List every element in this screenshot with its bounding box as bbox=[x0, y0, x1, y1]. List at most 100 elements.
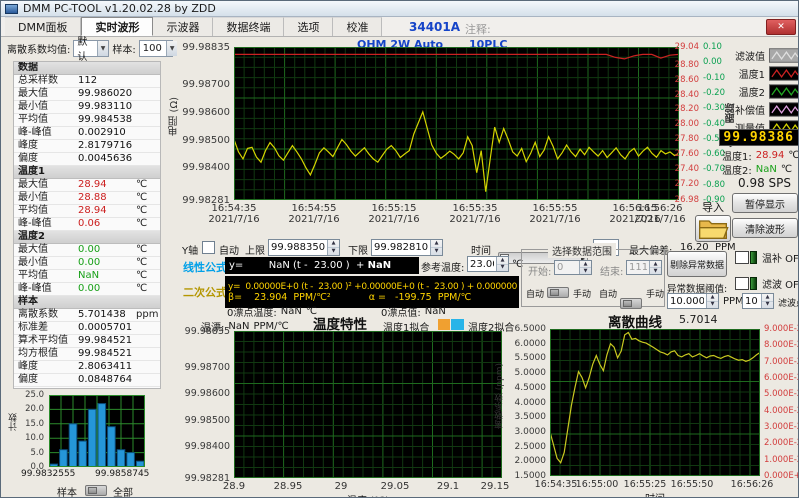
chevron-down-icon[interactable]: ▼ bbox=[165, 40, 178, 56]
filter-switch[interactable]: 滤波 OFF bbox=[735, 276, 798, 291]
switch-box-icon[interactable] bbox=[735, 277, 749, 290]
ref-temp-input[interactable] bbox=[468, 257, 496, 271]
range-end-spinner[interactable]: ▲ ▼ bbox=[649, 261, 661, 274]
lower-limit-label: 下限 bbox=[348, 246, 368, 257]
tab-1[interactable]: DMM面板 bbox=[5, 17, 82, 36]
histogram-mode-toggle[interactable] bbox=[85, 485, 107, 496]
range-start-input[interactable] bbox=[555, 261, 579, 274]
trace-swatch-icon[interactable] bbox=[769, 47, 799, 63]
upper-limit-spinner[interactable]: ▲ ▼ bbox=[327, 240, 339, 255]
sample-count-select[interactable]: 100 ▼ bbox=[138, 39, 178, 57]
range-start-spinner[interactable]: ▲ ▼ bbox=[579, 261, 591, 274]
axis-tick: 4.0000 bbox=[514, 398, 547, 408]
axis-tick: 28.40 bbox=[674, 90, 699, 100]
remove-outliers-button[interactable]: 剔除异常数据 bbox=[667, 251, 727, 277]
main-waveform-chart[interactable] bbox=[234, 47, 679, 200]
temp-characteristic-chart[interactable] bbox=[234, 331, 502, 478]
fit2-swatch-icon[interactable] bbox=[451, 319, 464, 330]
axis-tick: 10.0 bbox=[25, 433, 44, 443]
outlier-threshold-field[interactable]: ▲▼ bbox=[667, 293, 719, 309]
app-window: DMM PC-TOOL v1.20.02.28 by ZDD DMM面板 实时波形… bbox=[0, 0, 799, 498]
range-start-field[interactable]: ▲▼ bbox=[554, 260, 592, 275]
temp1-unit: ℃ bbox=[788, 150, 799, 161]
lower-limit-field[interactable]: ▲▼ bbox=[371, 239, 443, 256]
temp1-label: 温度1: bbox=[722, 152, 752, 163]
tab-3[interactable]: 示波器 bbox=[153, 17, 214, 36]
upper-limit-input[interactable] bbox=[269, 240, 327, 255]
linear-formula-display: y= NaN (t - 23.00 ) + NaN bbox=[225, 257, 419, 274]
legend-row[interactable]: 温度1 bbox=[735, 64, 799, 82]
filter-points-spinner[interactable]: ▲ ▼ bbox=[761, 294, 773, 308]
trace-swatch-icon[interactable] bbox=[769, 101, 799, 117]
switch-box-icon[interactable] bbox=[735, 251, 749, 264]
fit1-swatch-icon[interactable] bbox=[438, 319, 450, 330]
dispersion-curve-chart[interactable] bbox=[550, 329, 760, 476]
ref-temp-field[interactable]: ▲▼ bbox=[467, 256, 509, 272]
pause-display-button[interactable]: 暂停显示 bbox=[732, 193, 798, 213]
range-end-input[interactable] bbox=[627, 261, 649, 274]
range-end-auto-label: 自动 bbox=[599, 290, 618, 300]
main-chart-green-axis: 0.10 0.00 -0.10 -0.20 -0.30 -0.40 -0.50 -0.60 -0… bbox=[702, 42, 725, 205]
stat-row: 离散系数 5.701438 ppm bbox=[14, 309, 160, 322]
window-title: DMM PC-TOOL v1.20.02.28 by ZDD bbox=[23, 2, 216, 15]
close-button[interactable]: ✕ bbox=[766, 19, 796, 35]
outlier-threshold-input[interactable] bbox=[668, 294, 706, 308]
histogram-mode-left-label: 样本 bbox=[57, 488, 77, 498]
trace-swatch-icon[interactable] bbox=[769, 65, 799, 81]
ref-temp-spinner[interactable]: ▲ ▼ bbox=[496, 257, 508, 271]
range-end-label: 结束: bbox=[600, 267, 624, 278]
spin-up-icon[interactable]: ▲ bbox=[431, 240, 442, 248]
spin-up-icon[interactable]: ▲ bbox=[580, 261, 591, 268]
stat-label: 最大值 bbox=[18, 244, 48, 255]
spin-down-icon[interactable]: ▼ bbox=[762, 302, 773, 309]
trace-swatch-icon[interactable] bbox=[769, 83, 799, 99]
disp-chart-red-axis: 9.000E-2 8.000E-2 7.000E-2 6.000E-2 5.000E-2… bbox=[763, 324, 798, 481]
spin-down-icon[interactable]: ▼ bbox=[650, 268, 661, 274]
histogram-chart[interactable] bbox=[49, 395, 145, 467]
outlier-threshold-spinner[interactable]: ▲ ▼ bbox=[706, 294, 718, 308]
filter-points-input[interactable] bbox=[743, 294, 761, 308]
legend-row[interactable]: 补偿值 bbox=[735, 100, 799, 118]
spin-down-icon[interactable]: ▼ bbox=[707, 302, 718, 309]
yaxis-auto-label: 自动 bbox=[219, 246, 239, 257]
disp-mean-select[interactable]: 默认 ▼ bbox=[73, 37, 110, 63]
upper-limit-field[interactable]: ▲▼ bbox=[268, 239, 340, 256]
stat-value: 28.88 bbox=[78, 192, 107, 203]
axis-tick: 6.0000 bbox=[514, 339, 547, 349]
stat-unit bbox=[136, 322, 160, 334]
stat-unit bbox=[136, 88, 160, 100]
tab-5[interactable]: 选项 bbox=[284, 17, 334, 36]
temp-comp-switch[interactable]: 温补 OFF bbox=[735, 250, 798, 265]
range-start-mode-toggle[interactable] bbox=[547, 287, 569, 298]
range-end-manual-label: 手动 bbox=[646, 290, 665, 300]
lower-limit-input[interactable] bbox=[372, 240, 430, 255]
axis-tick: 16:54:55 bbox=[291, 203, 337, 214]
quad-formula-line1: y= 0.00000E+0 (t - 23.00 )² +0.00000E+0 … bbox=[228, 281, 518, 292]
spin-down-icon[interactable]: ▼ bbox=[580, 268, 591, 274]
spin-down-icon[interactable]: ▼ bbox=[497, 265, 508, 272]
tab-4[interactable]: 数据终端 bbox=[213, 17, 285, 36]
disp-chart-value: 5.7014 bbox=[679, 313, 718, 326]
spin-up-icon[interactable]: ▲ bbox=[650, 261, 661, 268]
tab-6[interactable]: 校准 bbox=[333, 17, 383, 36]
stat-value: 2.8063411 bbox=[78, 361, 133, 372]
chevron-down-icon[interactable]: ▼ bbox=[96, 40, 109, 56]
range-end-field[interactable]: ▲▼ bbox=[626, 260, 662, 275]
stat-unit: ℃ bbox=[136, 218, 148, 229]
stat-unit bbox=[136, 153, 160, 165]
import-folder-button[interactable] bbox=[695, 215, 731, 242]
stat-row: 最大值 0.00 ℃ bbox=[14, 244, 160, 257]
range-start-label: 开始: bbox=[528, 267, 552, 278]
yaxis-auto-checkbox[interactable] bbox=[202, 241, 215, 254]
lower-limit-spinner[interactable]: ▲ ▼ bbox=[430, 240, 442, 255]
clear-waveform-button[interactable]: 清除波形 bbox=[732, 218, 798, 238]
spin-down-icon[interactable]: ▼ bbox=[431, 248, 442, 255]
range-end-mode-toggle[interactable] bbox=[620, 298, 642, 309]
legend-row[interactable]: 滤波值 bbox=[735, 46, 799, 64]
filter-points-field[interactable]: ▲▼ bbox=[742, 293, 774, 309]
stat-value: 2.8179716 bbox=[78, 140, 133, 151]
spin-up-icon[interactable]: ▲ bbox=[328, 240, 339, 248]
axis-tick: 5.0 bbox=[30, 448, 44, 458]
legend-row[interactable]: 温度2 bbox=[735, 82, 799, 100]
spin-down-icon[interactable]: ▼ bbox=[328, 248, 339, 255]
